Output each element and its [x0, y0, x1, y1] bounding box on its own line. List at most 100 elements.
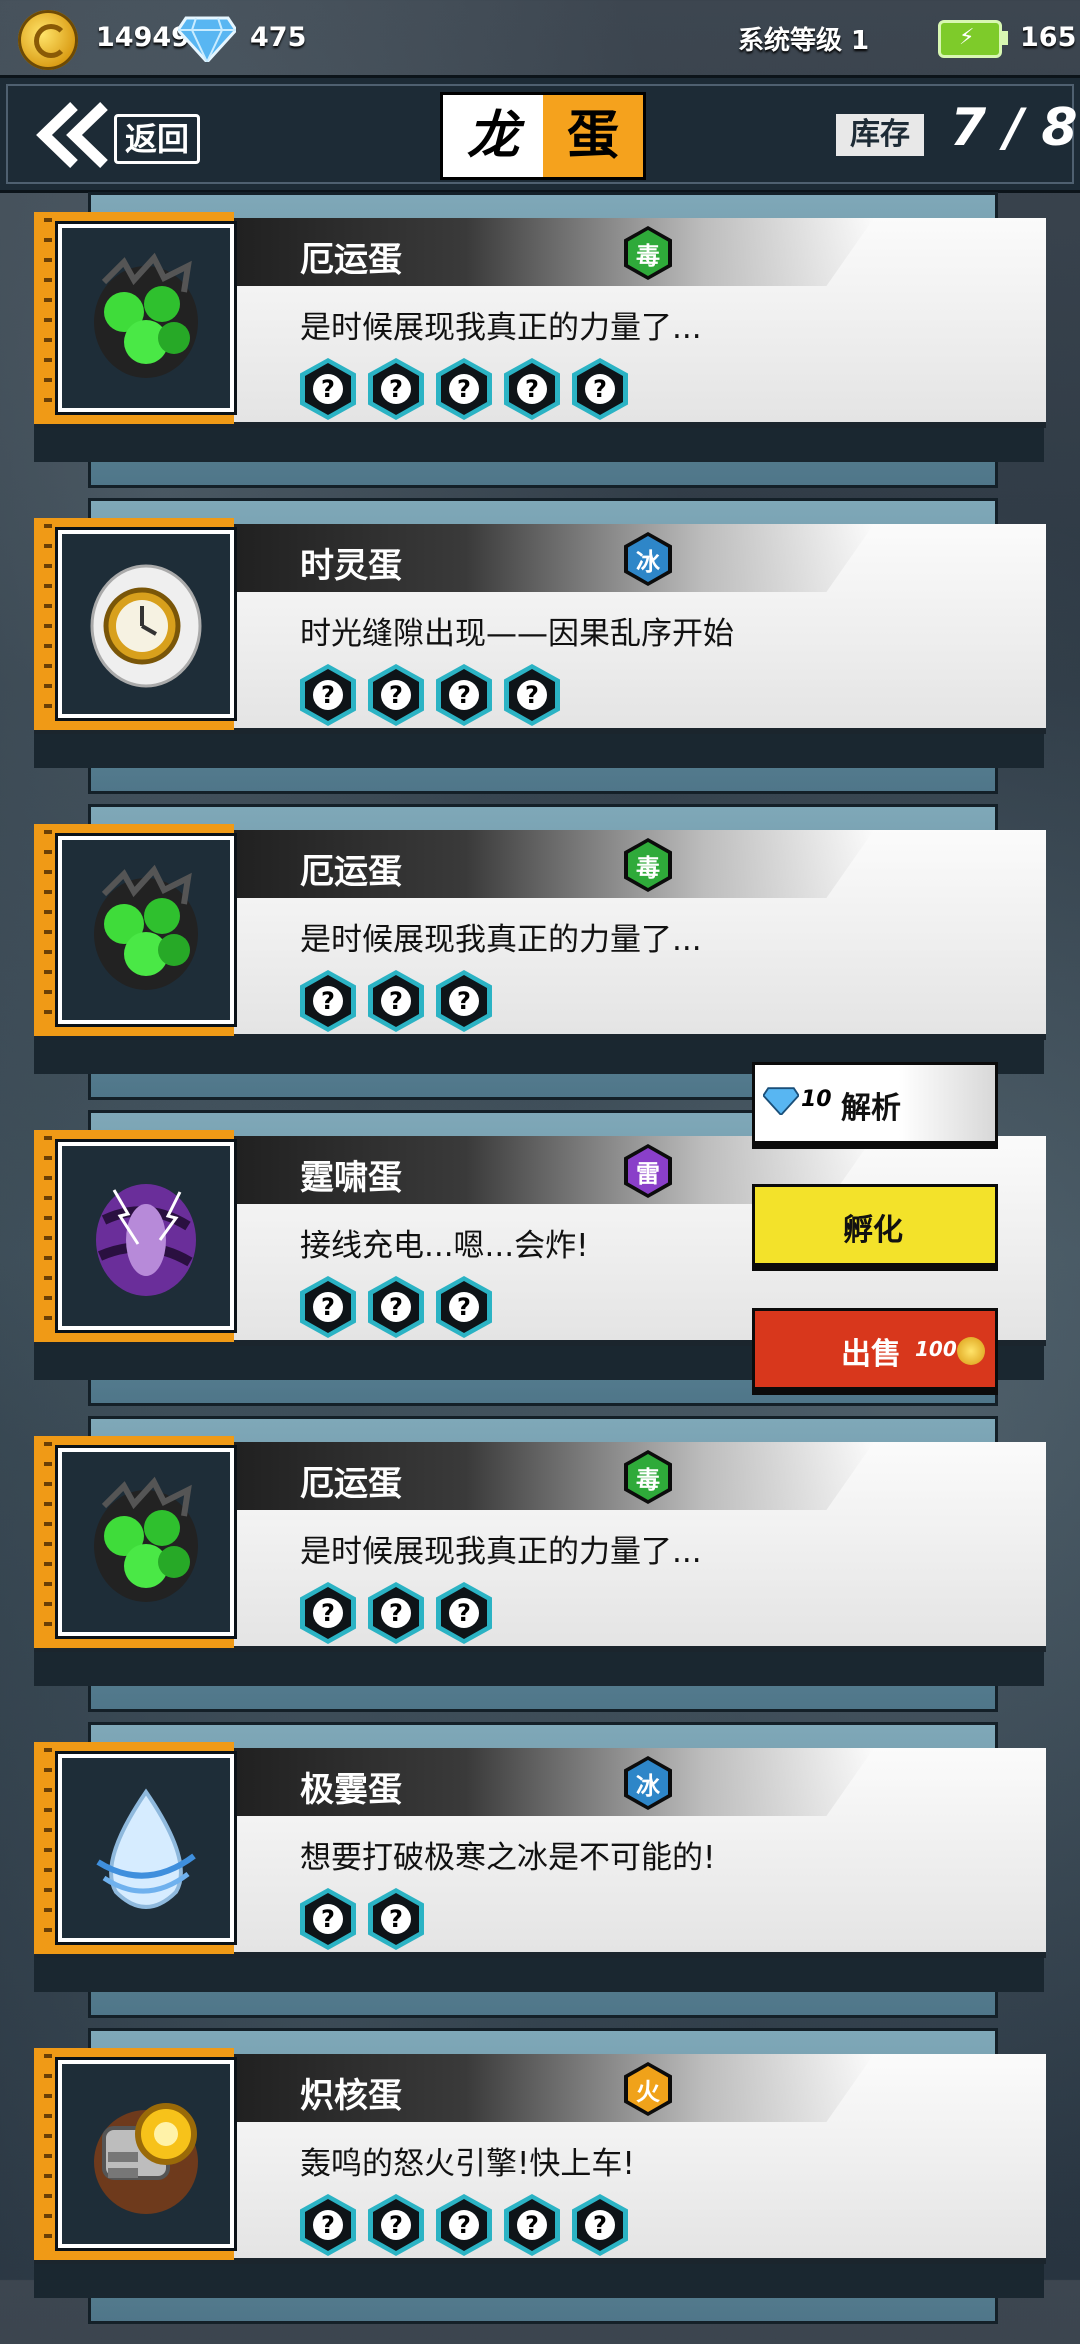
coin-icon	[18, 10, 78, 70]
unknown-skill-slot: ?	[436, 2194, 492, 2256]
question-mark-icon: ?	[517, 2210, 547, 2240]
question-mark-icon: ?	[517, 680, 547, 710]
unknown-skill-slot: ?	[572, 358, 628, 420]
unknown-skill-slot: ?	[368, 1582, 424, 1644]
gem-icon	[763, 1087, 799, 1115]
unknown-skill-slot: ?	[572, 2194, 628, 2256]
egg-name: 时灵蛋	[300, 546, 402, 586]
egg-description: 轰鸣的怒火引擎!快上车!	[300, 2146, 635, 2182]
hatch-button[interactable]: 孵化	[752, 1184, 998, 1266]
question-mark-icon: ?	[449, 986, 479, 1016]
question-mark-icon: ?	[313, 374, 343, 404]
question-mark-icon: ?	[313, 1598, 343, 1628]
egg-portrait	[58, 1142, 234, 1330]
question-mark-icon: ?	[585, 374, 615, 404]
question-mark-icon: ?	[449, 1292, 479, 1322]
back-arrow-icon[interactable]	[34, 102, 110, 168]
egg-description: 接线充电...嗯...会炸!	[300, 1228, 589, 1264]
question-mark-icon: ?	[381, 2210, 411, 2240]
question-mark-icon: ?	[517, 374, 547, 404]
egg-name: 极霎蛋	[300, 1770, 402, 1810]
page-title: 龙 蛋	[440, 92, 646, 180]
green-spore-egg-icon	[94, 252, 198, 378]
egg-name: 霆啸蛋	[300, 1158, 402, 1198]
engine-egg-icon	[94, 2103, 198, 2214]
sell-label: 出售	[841, 1337, 901, 1372]
stock-value: 7 / 8	[950, 98, 1078, 158]
title-part-2: 蛋	[543, 95, 643, 177]
egg-description: 想要打破极寒之冰是不可能的!	[300, 1840, 716, 1876]
unknown-skill-slot: ?	[368, 2194, 424, 2256]
coin-icon	[957, 1337, 985, 1365]
question-mark-icon: ?	[381, 1292, 411, 1322]
unknown-skill-slot: ?	[368, 358, 424, 420]
gem-icon	[178, 16, 236, 62]
egg-card[interactable]: 炽核蛋火轰鸣的怒火引擎!快上车!?????	[0, 2028, 1080, 2344]
egg-card[interactable]: 厄运蛋毒是时候展现我真正的力量了...???	[0, 1416, 1080, 1732]
unknown-skill-slot: ?	[436, 358, 492, 420]
analyze-cost: 10	[801, 1087, 832, 1112]
question-mark-icon: ?	[449, 680, 479, 710]
question-mark-icon: ?	[313, 2210, 343, 2240]
unknown-skill-slot: ?	[300, 1888, 356, 1950]
unknown-skill-slot: ?	[436, 664, 492, 726]
egg-name: 厄运蛋	[300, 852, 402, 892]
coin-count: 14949	[96, 22, 190, 53]
system-level: 系统等级 1	[738, 26, 870, 56]
skill-slots: ???	[300, 970, 492, 1032]
question-mark-icon: ?	[313, 1904, 343, 1934]
unknown-skill-slot: ?	[300, 970, 356, 1032]
unknown-skill-slot: ?	[436, 970, 492, 1032]
analyze-label: 解析	[841, 1091, 901, 1126]
title-part-1: 龙	[443, 95, 543, 177]
egg-portrait	[58, 2060, 234, 2248]
question-mark-icon: ?	[449, 374, 479, 404]
status-bar: 14949 475 系统等级 1 ⚡ 165	[0, 0, 1080, 74]
skill-slots: ?????	[300, 358, 628, 420]
unknown-skill-slot: ?	[300, 1276, 356, 1338]
back-button[interactable]: 返回	[114, 114, 200, 164]
unknown-skill-slot: ?	[300, 664, 356, 726]
question-mark-icon: ?	[585, 2210, 615, 2240]
question-mark-icon: ?	[313, 680, 343, 710]
question-mark-icon: ?	[381, 986, 411, 1016]
skill-slots: ???	[300, 1276, 492, 1338]
egg-name: 炽核蛋	[300, 2076, 402, 2116]
gem-count: 475	[250, 22, 307, 53]
egg-description: 时光缝隙出现——因果乱序开始	[300, 616, 734, 652]
question-mark-icon: ?	[381, 1598, 411, 1628]
green-spore-egg-icon	[94, 864, 198, 990]
unknown-skill-slot: ?	[504, 2194, 560, 2256]
egg-name: 厄运蛋	[300, 1464, 402, 1504]
egg-portrait	[58, 224, 234, 412]
egg-portrait	[58, 530, 234, 718]
skill-slots: ??	[300, 1888, 424, 1950]
unknown-skill-slot: ?	[300, 2194, 356, 2256]
egg-card[interactable]: 厄运蛋毒是时候展现我真正的力量了...?????	[0, 192, 1080, 508]
egg-card[interactable]: 极霎蛋冰想要打破极寒之冰是不可能的!??	[0, 1722, 1080, 2038]
ice-drop-egg-icon	[96, 1788, 196, 1909]
header-bar: 返回 龙 蛋 库存 7 / 8	[0, 75, 1080, 193]
energy-count: 165	[1020, 22, 1077, 53]
question-mark-icon: ?	[313, 1292, 343, 1322]
egg-description: 是时候展现我真正的力量了...	[300, 1534, 702, 1570]
sell-button[interactable]: 出售 100	[752, 1308, 998, 1390]
unknown-skill-slot: ?	[368, 664, 424, 726]
question-mark-icon: ?	[381, 374, 411, 404]
egg-card[interactable]: 时灵蛋冰时光缝隙出现——因果乱序开始????	[0, 498, 1080, 814]
egg-name: 厄运蛋	[300, 240, 402, 280]
question-mark-icon: ?	[381, 1904, 411, 1934]
skill-slots: ????	[300, 664, 560, 726]
unknown-skill-slot: ?	[504, 358, 560, 420]
egg-description: 是时候展现我真正的力量了...	[300, 922, 702, 958]
unknown-skill-slot: ?	[300, 1582, 356, 1644]
thunder-egg-icon	[96, 1184, 196, 1296]
energy-icon: ⚡	[938, 20, 1008, 58]
question-mark-icon: ?	[449, 2210, 479, 2240]
question-mark-icon: ?	[449, 1598, 479, 1628]
analyze-button[interactable]: 10 解析	[752, 1062, 998, 1144]
question-mark-icon: ?	[381, 680, 411, 710]
egg-portrait	[58, 836, 234, 1024]
skill-slots: ???	[300, 1582, 492, 1644]
egg-portrait	[58, 1754, 234, 1942]
